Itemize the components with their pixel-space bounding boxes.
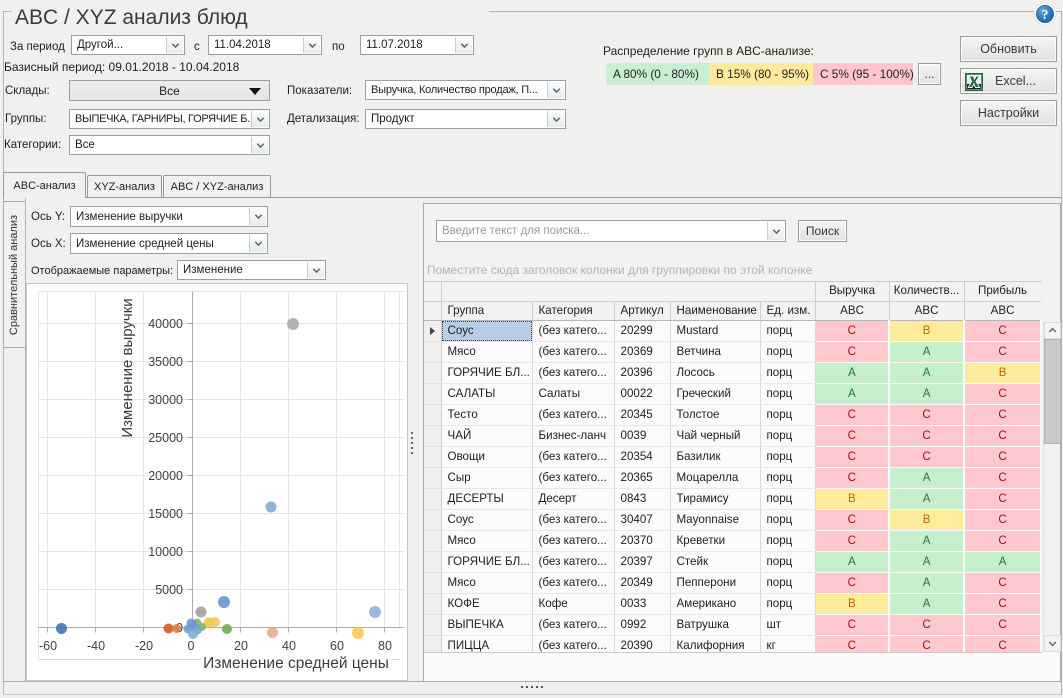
svg-text:Изменение средней цены: Изменение средней цены bbox=[203, 655, 389, 672]
svg-text:-60: -60 bbox=[39, 639, 57, 653]
svg-text:60: 60 bbox=[330, 639, 344, 653]
svg-text:5000: 5000 bbox=[155, 583, 183, 597]
svg-text:40: 40 bbox=[282, 639, 296, 653]
svg-text:15000: 15000 bbox=[148, 507, 183, 521]
svg-text:?: ? bbox=[1042, 8, 1049, 23]
svg-text:20: 20 bbox=[234, 639, 248, 653]
svg-text:30000: 30000 bbox=[148, 393, 183, 407]
svg-text:80: 80 bbox=[378, 639, 392, 653]
svg-text:-40: -40 bbox=[87, 639, 105, 653]
svg-text:10000: 10000 bbox=[148, 545, 183, 559]
svg-text:25000: 25000 bbox=[148, 431, 183, 445]
svg-text:40000: 40000 bbox=[148, 317, 183, 331]
svg-text:-20: -20 bbox=[135, 639, 153, 653]
svg-text:Изменение выручки: Изменение выручки bbox=[119, 298, 136, 437]
svg-text:20000: 20000 bbox=[148, 469, 183, 483]
svg-text:0: 0 bbox=[188, 639, 195, 653]
svg-text:35000: 35000 bbox=[148, 355, 183, 369]
